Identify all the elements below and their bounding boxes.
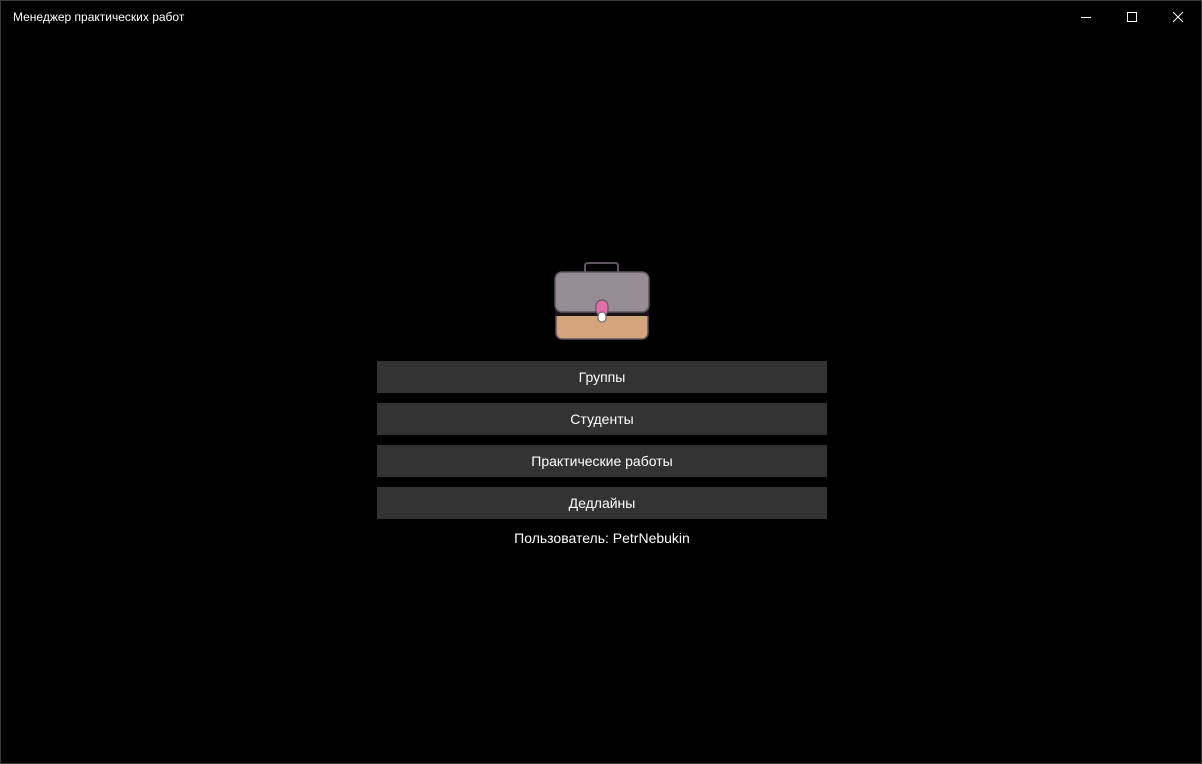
close-button[interactable] [1155, 1, 1201, 33]
minimize-icon [1081, 17, 1091, 18]
groups-button[interactable]: Группы [377, 361, 827, 393]
app-window: Менеджер практических работ Группы Студе… [0, 0, 1202, 764]
students-button-label: Студенты [570, 411, 634, 427]
groups-button-label: Группы [578, 369, 626, 385]
minimize-button[interactable] [1063, 1, 1109, 33]
deadlines-button-label: Дедлайны [568, 495, 636, 511]
practical-works-button-label: Практические работы [531, 453, 673, 469]
deadlines-button[interactable]: Дедлайны [377, 487, 827, 519]
briefcase-icon [554, 262, 650, 340]
window-title: Менеджер практических работ [13, 10, 185, 24]
current-user-label: Пользователь: PetrNebukin [514, 530, 690, 546]
title-bar[interactable]: Менеджер практических работ [1, 1, 1201, 33]
maximize-icon [1127, 12, 1137, 22]
practical-works-button[interactable]: Практические работы [377, 445, 827, 477]
maximize-button[interactable] [1109, 1, 1155, 33]
students-button[interactable]: Студенты [377, 403, 827, 435]
close-icon [1172, 11, 1184, 23]
